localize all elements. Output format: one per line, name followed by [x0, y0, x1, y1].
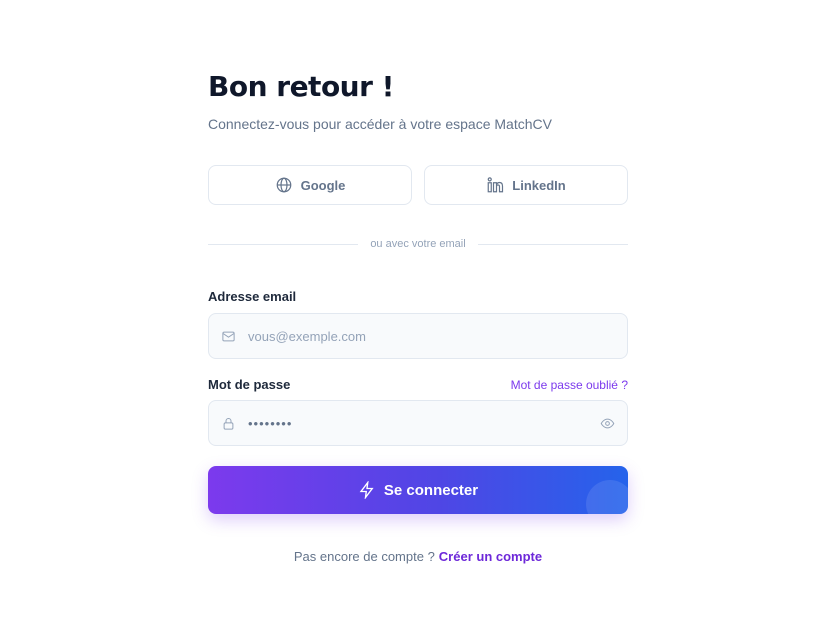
password-input[interactable]: ••••••••	[248, 416, 600, 431]
button-decoration	[586, 480, 628, 514]
login-submit-label: Se connecter	[383, 481, 479, 499]
email-field[interactable]	[208, 313, 628, 359]
page-title: Bon retour !	[208, 70, 394, 103]
google-login-button[interactable]: Google	[208, 165, 412, 205]
mail-icon	[222, 331, 235, 341]
google-login-label: Google	[300, 177, 346, 193]
page-subtitle: Connectez-vous pour accéder à votre espa…	[208, 116, 552, 132]
globe-icon	[276, 177, 291, 193]
login-submit-button[interactable]: Se connecter	[208, 466, 628, 514]
divider-line-right	[477, 243, 629, 245]
divider-text: ou avec votre email	[370, 238, 466, 250]
email-label: Adresse email	[208, 289, 297, 304]
divider: ou avec votre email	[208, 238, 629, 250]
password-label: Mot de passe	[208, 377, 291, 392]
signup-prompt: Pas encore de compte ? Créer un compte	[208, 549, 628, 564]
linkedin-login-button[interactable]: LinkedIn	[424, 165, 628, 205]
signup-prompt-text: Pas encore de compte ?	[293, 549, 435, 564]
lightning-icon	[359, 481, 374, 499]
eye-icon[interactable]	[600, 416, 615, 431]
forgot-password-link[interactable]: Mot de passe oublié ?	[511, 378, 628, 392]
email-input[interactable]	[248, 328, 615, 344]
create-account-link[interactable]: Créer un compte	[439, 549, 542, 564]
divider-line-left	[208, 243, 359, 245]
social-login-row: Google LinkedIn	[208, 165, 628, 205]
linkedin-icon	[487, 177, 504, 193]
lock-icon	[223, 417, 234, 430]
password-field[interactable]: ••••••••	[208, 400, 628, 446]
linkedin-login-label: LinkedIn	[512, 177, 566, 193]
login-card: Bon retour ! Connectez-vous pour accéder…	[208, 70, 629, 564]
